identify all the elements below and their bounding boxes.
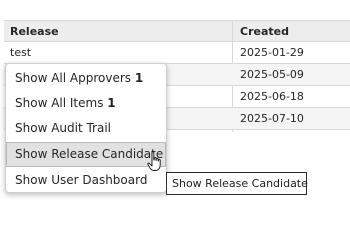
menu-item-count: 1: [134, 71, 144, 85]
column-header-created[interactable]: Created: [240, 21, 289, 42]
menu-item-show-release-candidate[interactable]: Show Release Candidate: [6, 142, 166, 167]
table-header: Release Created: [4, 20, 350, 42]
tooltip-text: Show Release Candidate: [172, 177, 308, 190]
created-cell: 2025-05-09: [240, 68, 304, 81]
menu-item-show-all-approvers[interactable]: Show All Approvers 1: [6, 66, 166, 91]
context-menu: Show All Approvers 1 Show All Items 1 Sh…: [5, 63, 167, 193]
created-cell: 2025-01-29: [240, 46, 304, 59]
menu-item-label: Show User Dashboard: [15, 173, 148, 187]
column-header-release[interactable]: Release: [10, 21, 59, 42]
menu-item-count: 1: [107, 96, 116, 110]
menu-item-show-all-items[interactable]: Show All Items 1: [6, 91, 166, 116]
menu-item-show-user-dashboard[interactable]: Show User Dashboard: [6, 168, 166, 193]
table-row[interactable]: test 2025-01-29: [4, 42, 350, 64]
created-cell: 2025-06-18: [240, 90, 304, 103]
menu-item-label: Show All Items: [15, 96, 108, 110]
menu-item-label: Show Audit Trail: [15, 121, 111, 135]
tooltip: Show Release Candidate: [166, 172, 308, 195]
menu-item-label: Show All Approvers: [15, 71, 135, 85]
release-cell: test: [10, 46, 32, 59]
menu-item-show-audit-trail[interactable]: Show Audit Trail: [6, 116, 166, 141]
hand-pointer-icon: [147, 151, 161, 171]
created-cell: 2025-07-10: [240, 112, 304, 125]
menu-item-label: Show Release Candidate: [15, 147, 164, 161]
